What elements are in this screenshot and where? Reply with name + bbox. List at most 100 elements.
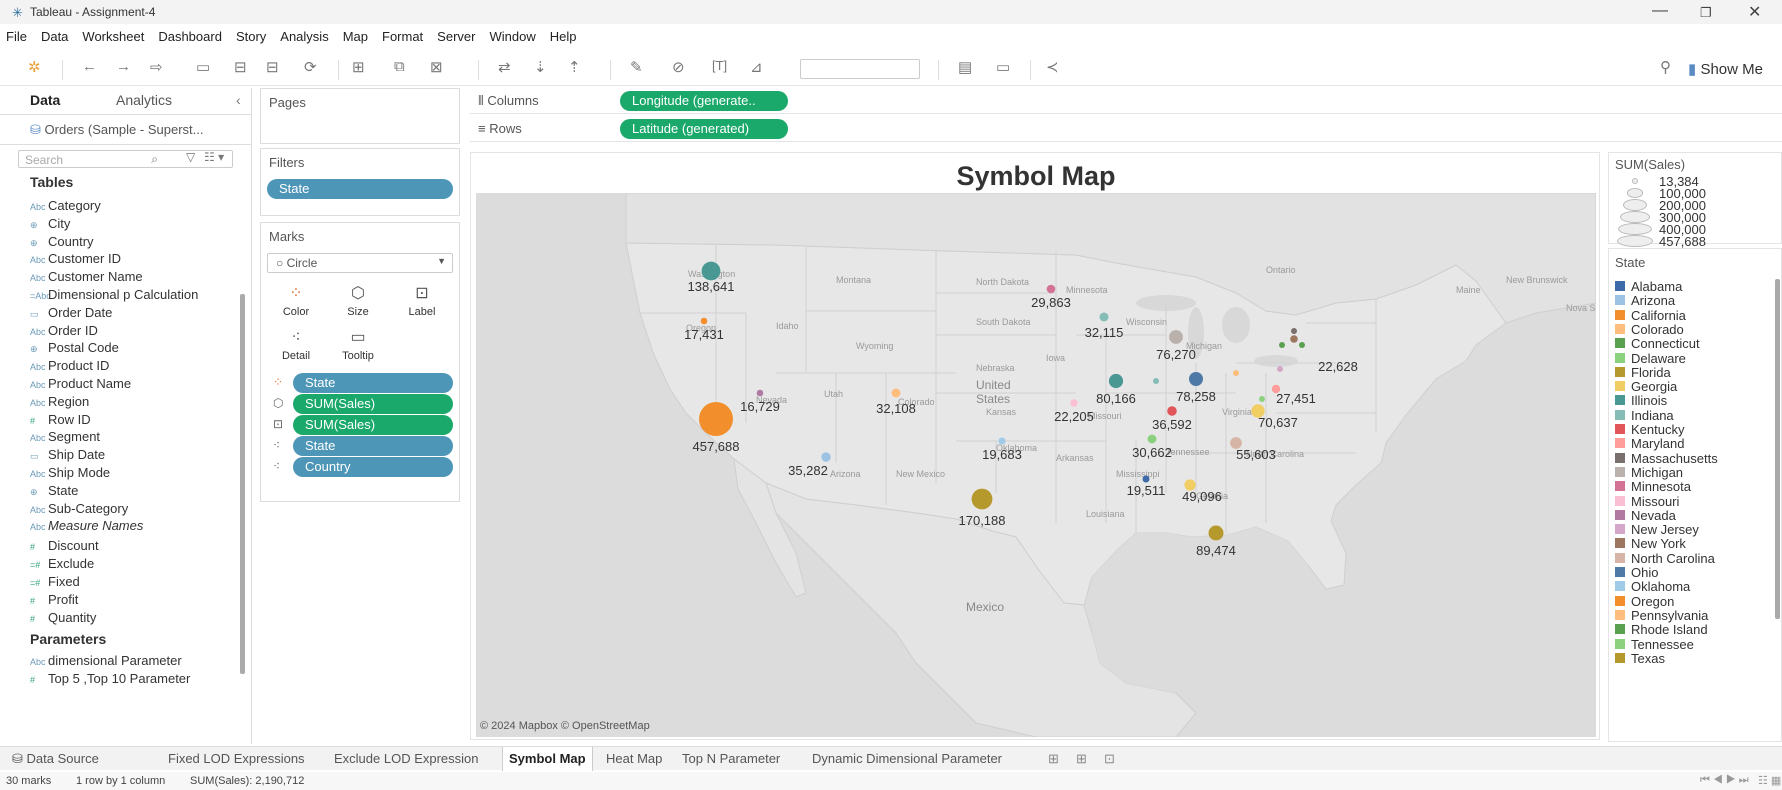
group-icon[interactable]: ⊘: [672, 58, 685, 76]
field-item[interactable]: ⊕ State: [30, 483, 78, 498]
field-item[interactable]: Abc Product Name: [30, 376, 131, 391]
sheet-sorter-icon[interactable]: ☷ ▦: [1758, 774, 1781, 787]
filter-fields-icon[interactable]: ▽: [186, 150, 195, 164]
detail-button[interactable]: ⁖ Detail: [267, 327, 325, 362]
color-legend-label[interactable]: Oregon: [1631, 594, 1674, 609]
field-item[interactable]: # Discount: [30, 538, 99, 553]
field-item[interactable]: ▭ Ship Date: [30, 447, 105, 462]
share-icon[interactable]: ≺: [1046, 58, 1059, 76]
data-source-tab[interactable]: ⛁ Data Source: [12, 751, 99, 767]
color-legend-label[interactable]: Colorado: [1631, 322, 1684, 337]
color-legend-label[interactable]: Massachusetts: [1631, 451, 1718, 466]
duplicate-icon[interactable]: ⧉: [394, 58, 405, 75]
color-legend-label[interactable]: Kentucky: [1631, 422, 1684, 437]
marks-pill-sum-sales-label[interactable]: SUM(Sales): [293, 415, 453, 435]
tab-data[interactable]: Data: [30, 92, 60, 108]
pin-icon[interactable]: ⚲: [1660, 58, 1671, 76]
new-story-icon[interactable]: ⊡: [1104, 751, 1115, 767]
menu-format[interactable]: Format: [382, 26, 423, 48]
color-legend-label[interactable]: Texas: [1631, 651, 1665, 666]
rows-shelf[interactable]: ≡ Rows Latitude (generated): [470, 116, 1782, 142]
menu-dashboard[interactable]: Dashboard: [158, 26, 222, 48]
fix-axes-icon[interactable]: ⊿: [750, 58, 763, 76]
parameter-item[interactable]: # Top 5 ,Top 10 Parameter: [30, 671, 190, 686]
color-legend-swatch[interactable]: [1615, 395, 1625, 406]
color-legend-label[interactable]: Nevada: [1631, 508, 1676, 523]
field-item[interactable]: Abc Product ID: [30, 358, 109, 373]
field-item[interactable]: ⊕ Country: [30, 234, 94, 249]
color-legend-swatch[interactable]: [1615, 466, 1625, 477]
color-legend-swatch[interactable]: [1615, 495, 1625, 506]
close-icon[interactable]: ✕: [1748, 2, 1761, 22]
field-item[interactable]: =# Fixed: [30, 574, 80, 589]
legend-scrollbar[interactable]: [1775, 279, 1780, 619]
field-item[interactable]: ⊕ Postal Code: [30, 340, 119, 355]
field-item[interactable]: # Profit: [30, 592, 78, 607]
color-legend-label[interactable]: Tennessee: [1631, 637, 1694, 652]
menu-worksheet[interactable]: Worksheet: [82, 26, 144, 48]
refresh-icon[interactable]: ⟳: [304, 58, 317, 76]
field-item[interactable]: # Quantity: [30, 610, 96, 625]
datasource-name[interactable]: ⛁ Orders (Sample - Superst...: [30, 122, 203, 138]
highlight-icon[interactable]: ✎: [630, 58, 643, 76]
color-legend-label[interactable]: Ohio: [1631, 565, 1658, 580]
color-legend-swatch[interactable]: [1615, 538, 1625, 549]
field-list-scrollbar[interactable]: [240, 294, 245, 674]
field-item[interactable]: Abc Customer Name: [30, 269, 143, 284]
color-legend-label[interactable]: Minnesota: [1631, 479, 1691, 494]
columns-pill-longitude[interactable]: Longitude (generate..: [620, 91, 788, 111]
color-legend-label[interactable]: North Carolina: [1631, 551, 1715, 566]
replay-icon[interactable]: ⇨: [150, 58, 163, 76]
color-legend-label[interactable]: Florida: [1631, 365, 1671, 380]
color-legend-swatch[interactable]: [1615, 581, 1625, 592]
presentation-icon[interactable]: ▭: [996, 58, 1010, 76]
color-legend-swatch[interactable]: [1615, 409, 1625, 420]
color-legend-label[interactable]: Illinois: [1631, 393, 1667, 408]
field-item[interactable]: # Row ID: [30, 412, 91, 427]
new-worksheet-icon[interactable]: ⊞: [352, 58, 365, 76]
color-legend-swatch[interactable]: [1615, 609, 1625, 620]
color-legend-swatch[interactable]: [1615, 652, 1625, 663]
marks-pill-country-detail[interactable]: Country: [293, 457, 453, 477]
menu-file[interactable]: File: [6, 26, 27, 48]
tab-exclude-lod[interactable]: Exclude LOD Expression: [334, 751, 479, 766]
color-legend-swatch[interactable]: [1615, 323, 1625, 334]
restore-icon[interactable]: ❐: [1700, 5, 1712, 21]
field-item[interactable]: =AbcDimensional p Calculation: [30, 287, 198, 302]
color-legend-swatch[interactable]: [1615, 567, 1625, 577]
tab-dynamic-dimensional[interactable]: Dynamic Dimensional Parameter: [812, 751, 1002, 766]
color-legend-label[interactable]: Delaware: [1631, 351, 1686, 366]
menu-analysis[interactable]: Analysis: [280, 26, 328, 48]
color-legend-swatch[interactable]: [1615, 438, 1625, 449]
color-legend-swatch[interactable]: [1615, 552, 1625, 563]
color-legend-swatch[interactable]: [1615, 481, 1625, 492]
field-search-input[interactable]: Search ⌕: [18, 150, 233, 168]
field-item[interactable]: Abc Customer ID: [30, 251, 121, 266]
new-datasource-icon[interactable]: ⊟: [234, 58, 247, 76]
view-options-icon[interactable]: ☷ ▾: [204, 150, 224, 164]
color-legend-label[interactable]: Michigan: [1631, 465, 1683, 480]
color-legend-label[interactable]: Connecticut: [1631, 336, 1700, 351]
menu-story[interactable]: Story: [236, 26, 266, 48]
filter-pill-state[interactable]: State: [267, 179, 453, 199]
color-legend-swatch[interactable]: [1615, 509, 1625, 520]
tableau-home-icon[interactable]: ✲: [28, 58, 41, 76]
color-legend-label[interactable]: California: [1631, 308, 1686, 323]
size-button[interactable]: ⬡ Size: [329, 283, 387, 318]
field-item[interactable]: Abc Sub-Category: [30, 501, 128, 516]
columns-shelf[interactable]: ⦀ Columns Longitude (generate..: [470, 88, 1782, 114]
marks-pill-state-color[interactable]: State: [293, 373, 453, 393]
tab-fixed-lod[interactable]: Fixed LOD Expressions: [168, 751, 305, 766]
parameter-item[interactable]: Abc dimensional Parameter: [30, 653, 182, 668]
menu-server[interactable]: Server: [437, 26, 475, 48]
color-legend-swatch[interactable]: [1615, 638, 1625, 649]
new-worksheet-icon[interactable]: ⊞: [1048, 751, 1059, 767]
minimize-icon[interactable]: —: [1652, 2, 1668, 20]
color-legend-swatch[interactable]: [1615, 424, 1625, 434]
show-cards-icon[interactable]: ▤: [958, 58, 972, 76]
color-legend-label[interactable]: Maryland: [1631, 436, 1684, 451]
tooltip-button[interactable]: ▭ Tooltip: [329, 327, 387, 362]
color-legend-swatch[interactable]: [1615, 624, 1625, 635]
color-legend-label[interactable]: Arizona: [1631, 293, 1675, 308]
clear-sheet-icon[interactable]: ⊠: [430, 58, 443, 76]
